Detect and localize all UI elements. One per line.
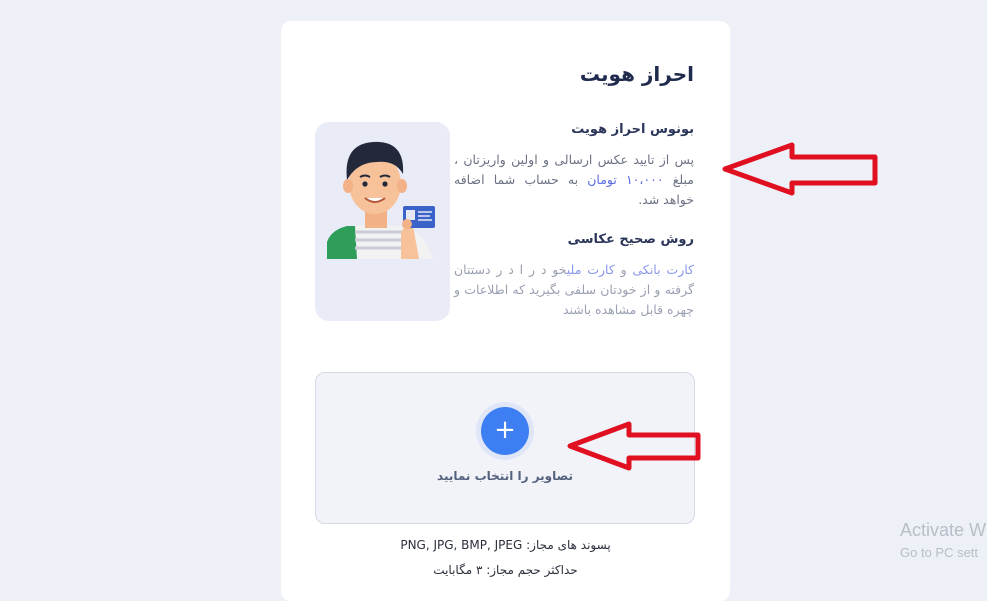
photo-method-heading: روش صحیح عکاسی <box>567 232 694 247</box>
photo-method-and: و <box>614 262 633 277</box>
windows-watermark-title: Activate W <box>900 520 987 540</box>
photo-method-text: کارت بانکی و کارت ملیخو د ر ا د ر دستتان… <box>454 260 694 320</box>
add-image-button[interactable]: + <box>476 402 534 460</box>
bank-card-link: کارت بانکی <box>632 262 695 277</box>
allowed-formats-list: PNG, JPG, BMP, JPEG <box>400 538 523 552</box>
selfie-illustration <box>315 122 450 321</box>
bonus-heading: بونوس احراز هویت <box>571 122 694 137</box>
person-holding-card-icon <box>327 141 435 262</box>
windows-watermark-subtitle: Go to PC sett <box>900 545 979 560</box>
identity-verification-card: احراز هویت بونوس احراز هویت پس از تایید … <box>281 21 730 601</box>
allowed-formats: پسوند های مجاز: PNG, JPG, BMP, JPEG <box>281 538 730 552</box>
page-title: احراز هویت <box>579 62 694 86</box>
max-file-size: حداکثر حجم مجاز: ۳ مگابایت <box>433 563 578 577</box>
plus-icon: + <box>481 407 529 455</box>
allowed-formats-label: پسوند های مجاز: <box>526 538 611 552</box>
annotation-arrow-icon <box>567 421 701 471</box>
bonus-text: پس از تایید عکس ارسالی و اولین واریزتان … <box>454 150 694 210</box>
national-card-link: کارت ملی <box>566 262 615 277</box>
bonus-amount: ۱۰،۰۰۰ تومان <box>587 172 664 187</box>
annotation-arrow-icon <box>722 142 878 196</box>
